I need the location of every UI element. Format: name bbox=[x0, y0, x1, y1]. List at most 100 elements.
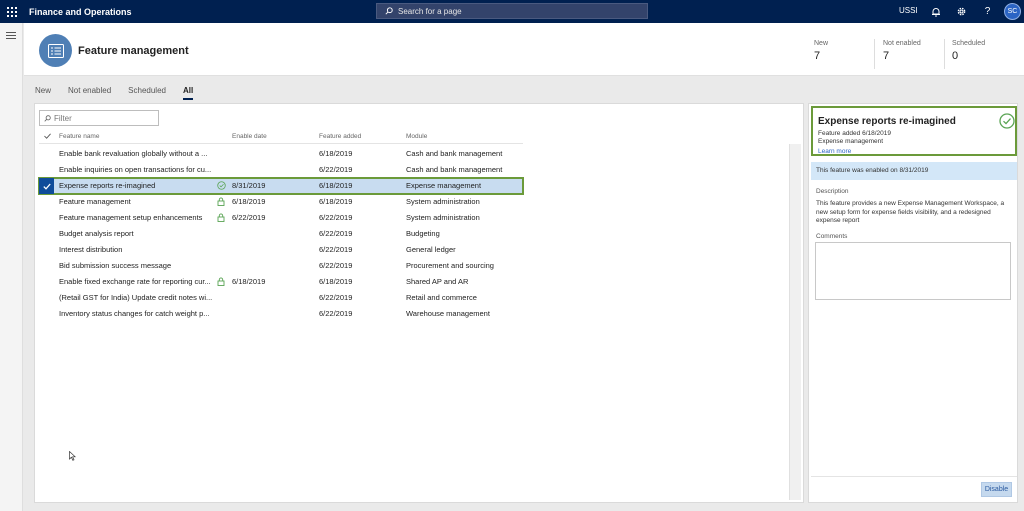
feature-list-panel: Filter Feature name Enable date Feature … bbox=[34, 103, 804, 503]
learn-more-link[interactable]: Learn more bbox=[818, 148, 851, 155]
global-search-input[interactable]: Search for a page bbox=[376, 3, 648, 19]
filter-placeholder: Filter bbox=[54, 113, 72, 123]
feature-list-icon bbox=[39, 34, 72, 67]
comments-textarea[interactable] bbox=[815, 242, 1011, 300]
filter-input[interactable]: Filter bbox=[39, 110, 159, 126]
module-cell: General ledger bbox=[406, 245, 456, 254]
feature-added-cell: 6/18/2019 bbox=[319, 197, 353, 206]
module-cell: System administration bbox=[406, 213, 480, 222]
page-title: Feature management bbox=[78, 45, 189, 57]
table-row[interactable]: Feature management 6/18/2019 6/18/2019 Syst… bbox=[39, 194, 523, 210]
feature-name-cell: Feature management bbox=[59, 197, 131, 206]
details-title: Expense reports re-imagined bbox=[818, 116, 956, 127]
feature-added-cell: 6/18/2019 bbox=[319, 277, 353, 286]
feature-added-cell: 6/22/2019 bbox=[319, 309, 353, 318]
check-circle-icon bbox=[217, 181, 226, 192]
details-summary-card: Expense reports re-imagined Feature adde… bbox=[811, 106, 1017, 156]
table-row[interactable]: Budget analysis report 6/22/2019 Budgeting bbox=[39, 226, 523, 242]
hamburger-menu-icon[interactable] bbox=[6, 32, 16, 41]
feature-added-cell: 6/22/2019 bbox=[319, 165, 353, 174]
search-icon bbox=[385, 7, 393, 15]
column-header-enable-date[interactable]: Enable date bbox=[232, 133, 267, 140]
description-label: Description bbox=[816, 188, 849, 195]
module-cell: Cash and bank management bbox=[406, 149, 503, 158]
table-row[interactable]: Enable bank revaluation globally without… bbox=[39, 146, 523, 162]
feature-name-cell: (Retail GST for India) Update credit not… bbox=[59, 293, 213, 302]
table-row[interactable]: Interest distribution 6/22/2019 General le… bbox=[39, 242, 523, 258]
table-row[interactable]: Feature management setup enhancements 6/2… bbox=[39, 210, 523, 226]
feature-added-cell: 6/22/2019 bbox=[319, 261, 353, 270]
stat-value: 7 bbox=[883, 50, 890, 62]
table-row[interactable]: Enable inquiries on open transactions fo… bbox=[39, 162, 523, 178]
stat-not-enabled[interactable]: Not enabled 7 bbox=[883, 40, 921, 62]
search-icon bbox=[44, 114, 51, 122]
stat-value: 0 bbox=[952, 50, 959, 62]
feature-name-cell: Bid submission success message bbox=[59, 261, 172, 270]
table-row[interactable]: Enable fixed exchange rate for reporting… bbox=[39, 274, 523, 290]
lock-icon bbox=[217, 197, 225, 208]
search-placeholder: Search for a page bbox=[398, 6, 462, 16]
row-checkbox-checked-icon[interactable] bbox=[39, 178, 54, 194]
enable-date-cell: 8/31/2019 bbox=[232, 181, 266, 190]
stat-label: Not enabled bbox=[883, 40, 921, 47]
enable-date-cell: 6/18/2019 bbox=[232, 197, 266, 206]
feature-name-cell: Feature management setup enhancements bbox=[59, 213, 203, 222]
module-cell: Cash and bank management bbox=[406, 165, 503, 174]
app-title[interactable]: Finance and Operations bbox=[29, 7, 132, 17]
feature-added-cell: 6/22/2019 bbox=[319, 245, 353, 254]
feature-details-pane: Expense reports re-imagined Feature adde… bbox=[808, 103, 1018, 503]
company-picker[interactable]: USSI bbox=[899, 6, 918, 15]
stat-label: Scheduled bbox=[952, 40, 986, 47]
help-icon[interactable]: ? bbox=[981, 5, 994, 18]
select-all-check-icon[interactable] bbox=[44, 133, 51, 141]
disable-button[interactable]: Disable bbox=[981, 482, 1012, 497]
feature-name-cell: Inventory status changes for catch weigh… bbox=[59, 309, 210, 318]
feature-added-cell: 6/18/2019 bbox=[319, 181, 353, 190]
module-cell: System administration bbox=[406, 197, 480, 206]
table-row[interactable]: Expense reports re-imagined 8/31/2019 6/18… bbox=[38, 177, 524, 195]
stat-scheduled[interactable]: Scheduled 0 bbox=[952, 40, 985, 62]
page-header: Feature management New 7 Not enabled 7 S… bbox=[24, 23, 1024, 76]
grid-header: Feature name Enable date Feature added M… bbox=[39, 130, 523, 144]
tab-new[interactable]: New bbox=[35, 86, 51, 100]
feature-name-cell: Budget analysis report bbox=[59, 229, 134, 238]
column-header-module[interactable]: Module bbox=[406, 133, 427, 140]
description-text: This feature provides a new Expense Mana… bbox=[816, 200, 1005, 224]
table-row[interactable]: (Retail GST for India) Update credit not… bbox=[39, 290, 523, 306]
stat-label: New bbox=[814, 40, 829, 47]
feature-name-cell: Interest distribution bbox=[59, 245, 123, 254]
column-header-feature-name[interactable]: Feature name bbox=[59, 133, 99, 140]
tab-not-enabled[interactable]: Not enabled bbox=[68, 86, 111, 100]
app-launcher-icon[interactable] bbox=[0, 0, 23, 23]
feature-name-cell: Enable inquiries on open transactions fo… bbox=[59, 165, 212, 174]
table-row[interactable]: Inventory status changes for catch weigh… bbox=[39, 306, 523, 322]
feature-tabs: New Not enabled Scheduled All bbox=[35, 86, 194, 100]
module-cell: Budgeting bbox=[406, 229, 440, 238]
top-navigation-bar: Finance and Operations Search for a page… bbox=[0, 0, 1024, 23]
module-cell: Procurement and sourcing bbox=[406, 261, 494, 270]
module-cell: Retail and commerce bbox=[406, 293, 477, 302]
user-avatar[interactable]: SC bbox=[1004, 3, 1021, 20]
gear-icon[interactable] bbox=[955, 5, 968, 18]
bell-icon[interactable] bbox=[929, 5, 942, 18]
feature-added-cell: 6/22/2019 bbox=[319, 229, 353, 238]
module-cell: Expense management bbox=[406, 181, 482, 190]
lock-icon bbox=[217, 213, 225, 224]
tab-scheduled[interactable]: Scheduled bbox=[128, 86, 166, 100]
feature-name-cell: Enable bank revaluation globally without… bbox=[59, 149, 208, 158]
feature-name-cell: Expense reports re-imagined bbox=[59, 181, 156, 190]
feature-grid-rows: Enable bank revaluation globally without… bbox=[38, 146, 524, 322]
enable-date-cell: 6/18/2019 bbox=[232, 277, 266, 286]
tab-all[interactable]: All bbox=[182, 86, 194, 100]
enabled-info-banner: This feature was enabled on 8/31/2019 bbox=[811, 162, 1017, 180]
module-cell: Warehouse management bbox=[406, 309, 490, 318]
column-header-feature-added[interactable]: Feature added bbox=[319, 133, 361, 140]
table-row[interactable]: Bid submission success message 6/22/2019 P… bbox=[39, 258, 523, 274]
stat-new[interactable]: New 7 bbox=[814, 40, 828, 62]
feature-added-cell: 6/22/2019 bbox=[319, 213, 353, 222]
stat-value: 7 bbox=[814, 50, 821, 62]
feature-added-cell: 6/22/2019 bbox=[319, 293, 353, 302]
enable-date-cell: 6/22/2019 bbox=[232, 213, 266, 222]
vertical-scrollbar[interactable] bbox=[789, 144, 801, 500]
enabled-check-circle-icon bbox=[999, 113, 1015, 131]
